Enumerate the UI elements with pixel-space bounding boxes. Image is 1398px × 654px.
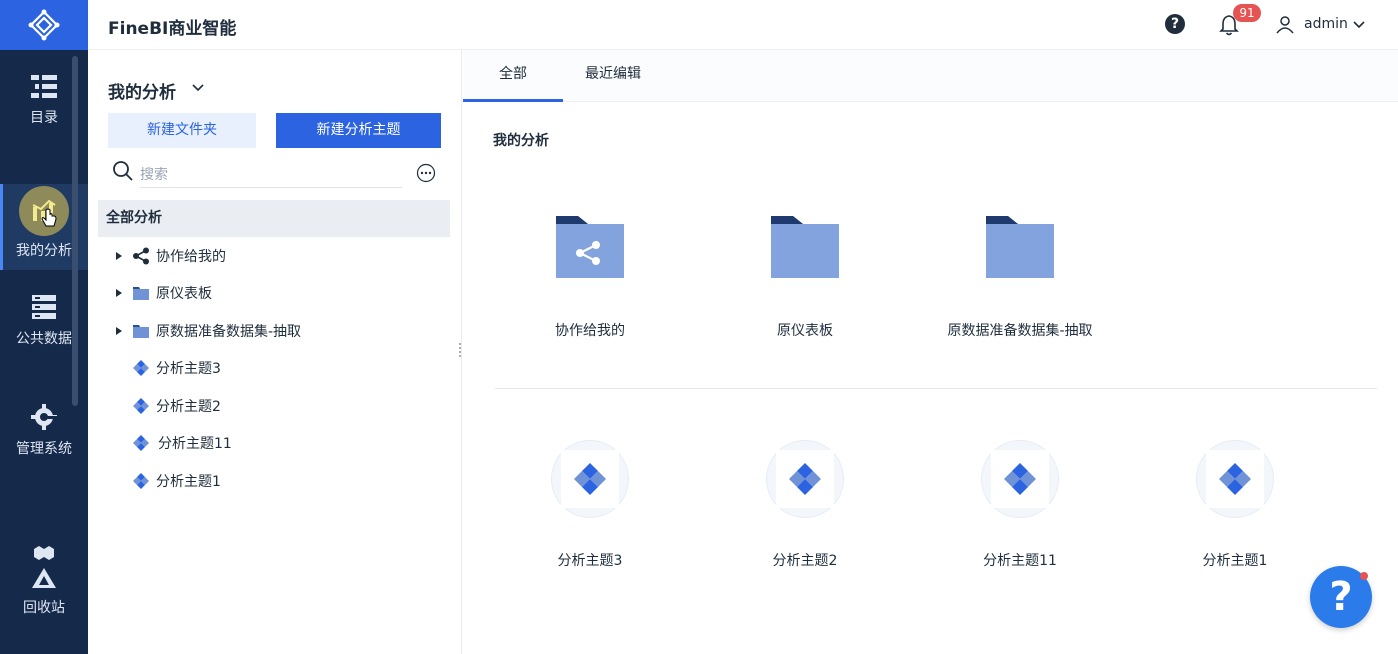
- theme-icon: [133, 473, 149, 489]
- top-header: FineBI商业智能 ? 91 admin: [88, 0, 1398, 50]
- analysis-panel: 我的分析 新建文件夹 新建分析主题 全部分析: [88, 50, 462, 654]
- tree-item-label: 原数据准备数据集-抽取: [156, 324, 302, 340]
- search-icon: [113, 161, 133, 181]
- brand-title: FineBI商业智能: [108, 19, 237, 39]
- hand-cursor-icon: [41, 208, 57, 227]
- folder-card[interactable]: 协作给我的: [490, 214, 690, 340]
- tree-root[interactable]: 全部分析: [98, 200, 450, 237]
- database-icon: [32, 295, 56, 319]
- rail-item-label: 我的分析: [16, 243, 72, 259]
- user-icon[interactable]: [1276, 16, 1294, 34]
- folder-name: 协作给我的: [555, 323, 625, 339]
- theme-icon: [574, 463, 606, 495]
- new-theme-button[interactable]: 新建分析主题: [276, 113, 441, 148]
- folder-card[interactable]: 原仪表板: [705, 214, 905, 340]
- folder-icon: [133, 287, 149, 300]
- tree-item-folder[interactable]: 原仪表板: [114, 278, 212, 308]
- theme-icon: [133, 398, 149, 414]
- catalog-icon: [31, 75, 57, 98]
- search-input[interactable]: [140, 160, 402, 188]
- tab-bar: 全部 最近编辑: [463, 50, 1398, 102]
- folder-card[interactable]: 原数据准备数据集-抽取: [920, 214, 1120, 340]
- tree-item-label: 分析主题2: [156, 399, 221, 415]
- folder-icon: [133, 325, 149, 338]
- section-title: 我的分析: [493, 133, 549, 149]
- tree-item-label: 协作给我的: [156, 249, 226, 265]
- tree-item-theme[interactable]: 分析主题3: [114, 353, 221, 383]
- tree-item-label: 原仪表板: [156, 286, 212, 302]
- left-rail: 目录 我的分析 公共数据 管理系统 回收站: [0, 0, 88, 654]
- recycle-icon: [32, 568, 56, 588]
- logo-icon: [28, 9, 60, 41]
- panel-title[interactable]: 我的分析: [108, 78, 176, 103]
- main-content: 全部 最近编辑 我的分析 协作给我的 原仪表板 原数据准备数据集-抽取 分析主题…: [463, 50, 1398, 654]
- share-icon: [133, 247, 149, 265]
- tree-item-theme[interactable]: 分析主题1: [114, 466, 221, 496]
- rail-scrollbar[interactable]: [72, 56, 78, 406]
- theme-card[interactable]: 分析主题3: [490, 440, 690, 570]
- app-logo[interactable]: [0, 0, 88, 50]
- rail-item-label: 回收站: [23, 600, 65, 616]
- rail-item-label: 目录: [30, 110, 58, 126]
- caret-right-icon[interactable]: [114, 326, 124, 336]
- folder-icon: [771, 216, 839, 278]
- chevron-down-icon[interactable]: [1352, 18, 1366, 32]
- tab-recent[interactable]: 最近编辑: [563, 50, 663, 102]
- theme-card[interactable]: 分析主题2: [705, 440, 905, 570]
- tab-all[interactable]: 全部: [463, 50, 563, 102]
- app-root: 目录 我的分析 公共数据 管理系统 回收站 FineBI商业智能 ? 91 ad…: [0, 0, 1398, 654]
- help-icon[interactable]: ?: [1165, 14, 1185, 34]
- theme-icon: [1004, 463, 1036, 495]
- theme-icon: [133, 360, 149, 376]
- caret-right-icon[interactable]: [114, 251, 124, 261]
- theme-name: 分析主题11: [983, 553, 1057, 569]
- more-options-icon[interactable]: [416, 163, 436, 183]
- theme-name: 分析主题2: [772, 553, 838, 569]
- folder-name: 原数据准备数据集-抽取: [947, 323, 1093, 339]
- folder-name: 原仪表板: [777, 323, 833, 339]
- theme-thumbnail: [551, 440, 629, 518]
- shared-folder-icon: [556, 216, 624, 278]
- tree-item-label: 分析主题11: [158, 436, 232, 452]
- tree-item-label: 分析主题3: [156, 361, 221, 377]
- tree-item-theme[interactable]: 分析主题2: [114, 391, 221, 421]
- theme-thumbnail: [1196, 440, 1274, 518]
- folder-icon: [986, 216, 1054, 278]
- theme-icon: [789, 463, 821, 495]
- user-name[interactable]: admin: [1304, 16, 1348, 32]
- theme-name: 分析主题1: [1202, 553, 1268, 569]
- notification-badge: 91: [1233, 4, 1261, 22]
- caret-right-icon[interactable]: [114, 288, 124, 298]
- new-folder-button[interactable]: 新建文件夹: [108, 113, 256, 148]
- active-indicator: [19, 186, 69, 236]
- theme-thumbnail: [981, 440, 1059, 518]
- tree-item-folder[interactable]: 原数据准备数据集-抽取: [114, 316, 301, 346]
- rail-item-recycle[interactable]: 回收站: [0, 526, 88, 636]
- rail-item-label: 管理系统: [16, 441, 72, 457]
- tree-item-theme[interactable]: 分析主题11: [114, 428, 232, 458]
- tree-item-shared[interactable]: 协作给我的: [114, 241, 226, 271]
- tree-item-label: 分析主题1: [156, 474, 221, 490]
- theme-card[interactable]: 分析主题11: [920, 440, 1120, 570]
- theme-card[interactable]: 分析主题1: [1135, 440, 1335, 570]
- help-notification-dot: [1360, 572, 1368, 580]
- chevron-down-icon[interactable]: [190, 80, 206, 96]
- theme-icon: [1219, 463, 1251, 495]
- gear-icon: [31, 404, 57, 430]
- theme-icon: [133, 435, 149, 451]
- theme-name: 分析主题3: [557, 553, 623, 569]
- theme-thumbnail: [766, 440, 844, 518]
- rail-item-label: 公共数据: [16, 331, 72, 347]
- section-divider: [495, 388, 1377, 389]
- cubes-icon: [34, 546, 54, 560]
